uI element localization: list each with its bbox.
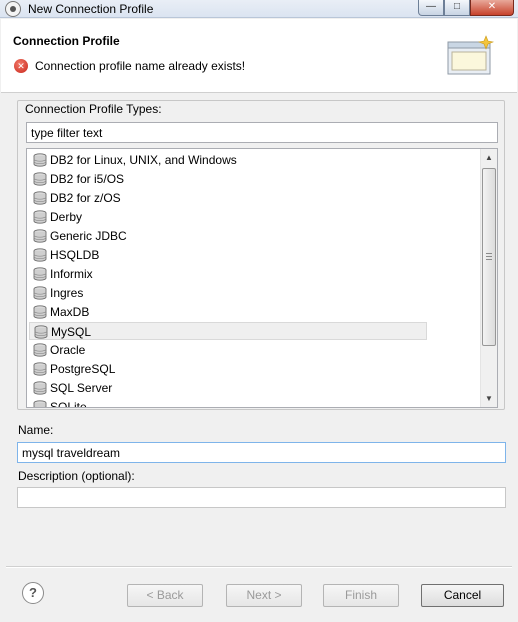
database-icon — [33, 381, 47, 395]
maximize-button[interactable]: □ — [444, 0, 470, 16]
list-item[interactable]: Generic JDBC — [29, 227, 427, 245]
list-item-label: MySQL — [51, 325, 92, 339]
wizard-header: Connection Profile ✕ Connection profile … — [1, 19, 517, 93]
help-icon[interactable]: ? — [22, 582, 44, 604]
database-icon — [33, 248, 47, 262]
list-item-label: MaxDB — [50, 305, 90, 319]
list-item[interactable]: DB2 for Linux, UNIX, and Windows — [29, 151, 427, 169]
list-item-label: Generic JDBC — [50, 229, 127, 243]
list-item[interactable]: DB2 for i5/OS — [29, 170, 427, 188]
eclipse-app-icon — [5, 1, 21, 17]
list-item[interactable]: Informix — [29, 265, 427, 283]
description-input[interactable] — [17, 487, 506, 508]
back-button[interactable]: < Back — [127, 584, 203, 607]
database-icon — [33, 286, 47, 300]
profile-types-list[interactable]: DB2 for Linux, UNIX, and Windows DB2 for … — [26, 148, 498, 408]
list-item-label: SQLite — [50, 400, 87, 408]
error-message: Connection profile name already exists! — [35, 59, 246, 73]
list-item-label: Derby — [50, 210, 83, 224]
list-item[interactable]: HSQLDB — [29, 246, 427, 264]
finish-button[interactable]: Finish — [323, 584, 399, 607]
database-icon — [33, 305, 47, 319]
list-item[interactable]: Oracle — [29, 341, 427, 359]
footer-separator — [6, 566, 512, 568]
scroll-grip-icon — [486, 253, 492, 260]
list-item-label: Informix — [50, 267, 93, 281]
database-icon — [33, 153, 47, 167]
list-item-label: DB2 for z/OS — [50, 191, 121, 205]
profile-types-label: Connection Profile Types: — [23, 102, 164, 116]
scroll-down-arrow[interactable]: ▼ — [481, 390, 497, 407]
name-input[interactable] — [17, 442, 506, 463]
database-icon — [33, 267, 47, 281]
error-icon: ✕ — [14, 59, 28, 73]
database-icon — [33, 210, 47, 224]
page-title: Connection Profile — [13, 34, 120, 48]
database-icon — [33, 362, 47, 376]
list-item[interactable]: MySQL — [29, 322, 427, 340]
list-item-label: DB2 for Linux, UNIX, and Windows — [50, 153, 237, 167]
list-item[interactable]: Derby — [29, 208, 427, 226]
list-item-label: PostgreSQL — [50, 362, 116, 376]
list-item-label: SQL Server — [50, 381, 113, 395]
list-item[interactable]: SQL Server — [29, 379, 427, 397]
wizard-banner-icon — [447, 35, 495, 75]
list-item[interactable]: SQLite — [29, 398, 427, 408]
list-scrollbar[interactable]: ▲ ▼ — [480, 149, 497, 407]
cancel-button[interactable]: Cancel — [421, 584, 504, 607]
description-label: Description (optional): — [18, 469, 135, 483]
scroll-up-arrow[interactable]: ▲ — [481, 149, 497, 166]
list-item[interactable]: PostgreSQL — [29, 360, 427, 378]
filter-input[interactable] — [26, 122, 498, 143]
scroll-thumb[interactable] — [482, 168, 496, 346]
database-icon — [33, 229, 47, 243]
list-item-label: Oracle — [50, 343, 86, 357]
list-item-label: Ingres — [50, 286, 84, 300]
list-item-label: DB2 for i5/OS — [50, 172, 125, 186]
database-icon — [34, 325, 48, 339]
list-item[interactable]: Ingres — [29, 284, 427, 302]
database-icon — [33, 400, 47, 407]
database-icon — [33, 172, 47, 186]
list-item-label: HSQLDB — [50, 248, 100, 262]
list-item[interactable]: DB2 for z/OS — [29, 189, 427, 207]
close-button[interactable]: ✕ — [470, 0, 514, 16]
name-label: Name: — [18, 423, 54, 437]
database-icon — [33, 191, 47, 205]
minimize-button[interactable]: — — [418, 0, 444, 16]
window-title: New Connection Profile — [28, 2, 154, 16]
title-bar: New Connection Profile — □ ✕ — [0, 0, 518, 18]
list-item[interactable]: MaxDB — [29, 303, 427, 321]
database-icon — [33, 343, 47, 357]
next-button[interactable]: Next > — [226, 584, 302, 607]
